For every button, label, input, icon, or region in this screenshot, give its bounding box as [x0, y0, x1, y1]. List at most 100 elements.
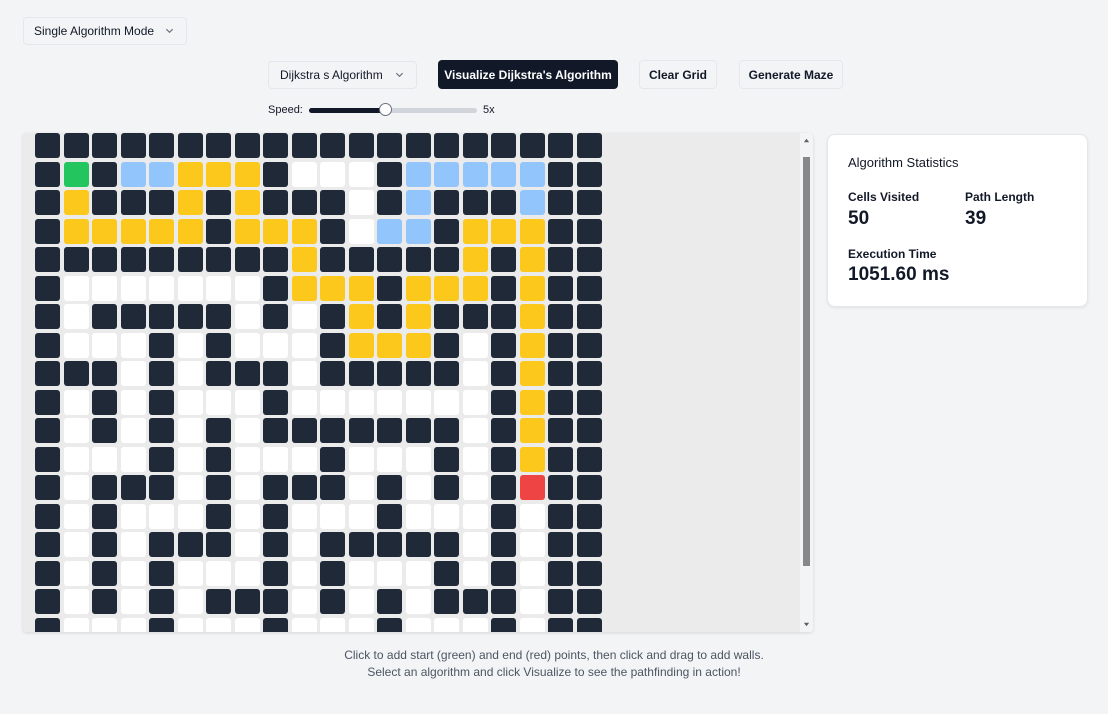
grid-cell-empty[interactable] — [64, 447, 89, 472]
grid-cell-wall[interactable] — [64, 361, 89, 386]
grid-cell-wall[interactable] — [263, 304, 288, 329]
grid-cell-wall[interactable] — [463, 190, 488, 215]
grid-cell-empty[interactable] — [292, 304, 317, 329]
grid-cell-wall[interactable] — [491, 618, 516, 632]
grid-cell-wall[interactable] — [491, 418, 516, 443]
grid-cell-wall[interactable] — [434, 561, 459, 586]
grid-cell-path[interactable] — [463, 276, 488, 301]
grid-cell-empty[interactable] — [178, 561, 203, 586]
grid-cell-wall[interactable] — [35, 304, 60, 329]
grid-cell-wall[interactable] — [377, 532, 402, 557]
grid-cell-wall[interactable] — [377, 475, 402, 500]
grid-cell-wall[interactable] — [548, 361, 573, 386]
grid-cell-empty[interactable] — [121, 361, 146, 386]
grid-cell-empty[interactable] — [320, 618, 345, 632]
grid-cell-empty[interactable] — [178, 475, 203, 500]
grid-cell-empty[interactable] — [434, 618, 459, 632]
grid-cell-wall[interactable] — [434, 361, 459, 386]
grid-cell-empty[interactable] — [178, 276, 203, 301]
grid-cell-wall[interactable] — [92, 475, 117, 500]
grid-cell-path[interactable] — [235, 162, 260, 187]
grid-cell-empty[interactable] — [64, 589, 89, 614]
grid-cell-visited[interactable] — [520, 190, 545, 215]
grid-cell-path[interactable] — [463, 247, 488, 272]
grid-cell-empty[interactable] — [263, 333, 288, 358]
grid-cell-wall[interactable] — [263, 190, 288, 215]
grid-cell-path[interactable] — [520, 333, 545, 358]
grid-cell-wall[interactable] — [206, 190, 231, 215]
grid-cell-wall[interactable] — [548, 475, 573, 500]
grid-cell-empty[interactable] — [235, 276, 260, 301]
grid-cell-wall[interactable] — [577, 219, 602, 244]
grid-cell-empty[interactable] — [406, 618, 431, 632]
grid-cell-wall[interactable] — [434, 190, 459, 215]
grid-cell-wall[interactable] — [406, 247, 431, 272]
grid-cell-wall[interactable] — [577, 504, 602, 529]
grid-cell-empty[interactable] — [64, 618, 89, 632]
grid-cell-wall[interactable] — [121, 304, 146, 329]
grid-cell-wall[interactable] — [35, 532, 60, 557]
grid-cell-empty[interactable] — [235, 333, 260, 358]
mode-select[interactable]: Single Algorithm Mode — [23, 17, 187, 45]
grid-cell-empty[interactable] — [349, 561, 374, 586]
grid-cell-empty[interactable] — [64, 390, 89, 415]
grid-cell-wall[interactable] — [263, 247, 288, 272]
grid-cell-empty[interactable] — [377, 447, 402, 472]
grid-cell-wall[interactable] — [577, 532, 602, 557]
grid-cell-wall[interactable] — [35, 162, 60, 187]
grid-cell-wall[interactable] — [92, 133, 117, 158]
grid-cell-empty[interactable] — [64, 504, 89, 529]
grid-cell-empty[interactable] — [64, 276, 89, 301]
scroll-up-arrow-icon[interactable] — [803, 137, 810, 144]
grid-cell-path[interactable] — [292, 276, 317, 301]
grid-cell-wall[interactable] — [434, 133, 459, 158]
grid-cell-wall[interactable] — [434, 475, 459, 500]
grid-cell-wall[interactable] — [491, 190, 516, 215]
grid-cell-wall[interactable] — [235, 133, 260, 158]
grid-cell-wall[interactable] — [434, 333, 459, 358]
grid-cell-wall[interactable] — [35, 190, 60, 215]
grid-cell-wall[interactable] — [577, 333, 602, 358]
grid-cell-wall[interactable] — [434, 219, 459, 244]
grid-cell-wall[interactable] — [92, 304, 117, 329]
grid-cell-path[interactable] — [434, 276, 459, 301]
grid-cell-empty[interactable] — [320, 504, 345, 529]
grid-cell-wall[interactable] — [149, 618, 174, 632]
grid-cell-empty[interactable] — [92, 447, 117, 472]
grid-cell-empty[interactable] — [206, 561, 231, 586]
grid-cell-wall[interactable] — [35, 561, 60, 586]
grid-cell-wall[interactable] — [206, 532, 231, 557]
grid-cell-path[interactable] — [520, 219, 545, 244]
grid-cell-empty[interactable] — [463, 561, 488, 586]
grid-cell-empty[interactable] — [149, 276, 174, 301]
grid-cell-wall[interactable] — [121, 190, 146, 215]
grid-cell-wall[interactable] — [292, 133, 317, 158]
grid-cell-empty[interactable] — [178, 618, 203, 632]
grid-cell-visited[interactable] — [491, 162, 516, 187]
grid-cell-wall[interactable] — [406, 133, 431, 158]
grid-cell-visited[interactable] — [149, 162, 174, 187]
grid-cell-empty[interactable] — [206, 276, 231, 301]
grid-cell-empty[interactable] — [121, 333, 146, 358]
grid-cell-wall[interactable] — [377, 247, 402, 272]
grid-cell-path[interactable] — [64, 190, 89, 215]
grid-cell-wall[interactable] — [320, 361, 345, 386]
grid-cell-wall[interactable] — [206, 304, 231, 329]
grid-cell-wall[interactable] — [178, 247, 203, 272]
grid-cell-wall[interactable] — [206, 589, 231, 614]
grid-cell-wall[interactable] — [406, 418, 431, 443]
grid-cell-wall[interactable] — [320, 333, 345, 358]
grid-cell-wall[interactable] — [377, 418, 402, 443]
grid-cell-path[interactable] — [292, 219, 317, 244]
scroll-thumb[interactable] — [803, 157, 810, 566]
grid-cell-start[interactable] — [64, 162, 89, 187]
grid-cell-empty[interactable] — [320, 162, 345, 187]
grid-cell-wall[interactable] — [206, 361, 231, 386]
grid-cell-empty[interactable] — [377, 561, 402, 586]
grid-cell-empty[interactable] — [292, 361, 317, 386]
grid-cell-wall[interactable] — [434, 589, 459, 614]
grid-cell-wall[interactable] — [491, 532, 516, 557]
grid-cell-wall[interactable] — [548, 162, 573, 187]
grid-cell-wall[interactable] — [149, 475, 174, 500]
grid-cell-empty[interactable] — [292, 561, 317, 586]
